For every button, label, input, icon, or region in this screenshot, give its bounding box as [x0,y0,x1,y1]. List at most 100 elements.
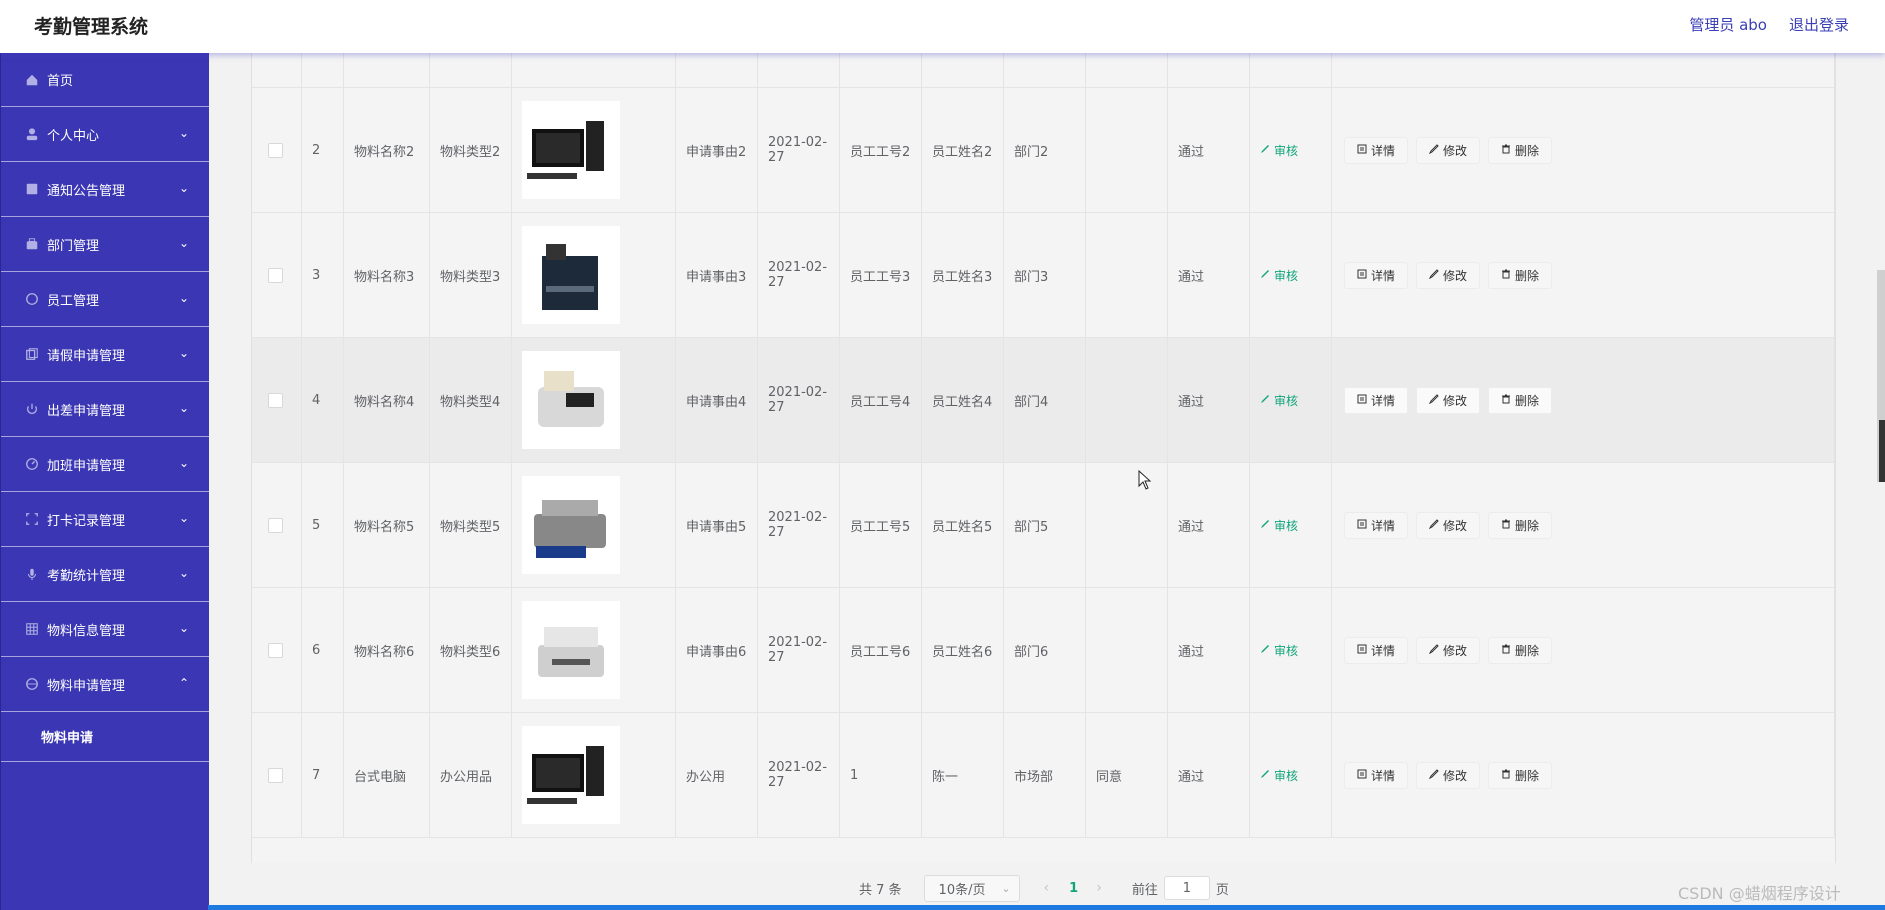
table-row[interactable]: 2 物料名称2 物料类型2 申请事由2 2021-02-27 员工工号2 员工姓名2 部门2 通… [252,88,1835,213]
logout-link[interactable]: 退出登录 [1789,14,1849,35]
scrollbar-thumb[interactable] [1879,420,1885,482]
table-row[interactable]: 3 物料名称3 物料类型3 申请事由3 2021-02-27 员工工号3 员工姓名3 部门3 通… [252,213,1835,338]
pencil-icon [1428,268,1439,282]
row-checkbox[interactable] [268,392,283,408]
audit-link[interactable]: 审核 [1260,767,1298,784]
audit-link[interactable]: 审核 [1260,517,1298,534]
detail-label: 详情 [1371,143,1396,158]
detail-button[interactable]: 详情 [1344,636,1409,664]
edit-button[interactable]: 修改 [1416,136,1481,164]
cell-emp_no: 员工工号4 [840,338,922,462]
sidebar-item-9[interactable]: 考勤统计管理 ⌄ [1,547,209,602]
trash-icon [1501,268,1511,282]
cell-emp_name: 员工姓名2 [922,88,1004,212]
audit-link[interactable]: 审核 [1260,142,1298,159]
taskbar-strip [208,905,1885,910]
edit-label: 修改 [1443,143,1468,158]
detail-button[interactable]: 详情 [1344,386,1409,414]
chevron-down-icon: ⌄ [178,346,189,360]
audit-link[interactable]: 审核 [1260,392,1298,409]
cell-type: 物料类型2 [430,88,512,212]
edit-label: 修改 [1443,643,1468,658]
sidebar-item-6[interactable]: 出差申请管理 ⌄ [1,382,209,437]
cell-no: 4 [302,338,344,462]
desktop-computer-image [527,746,604,804]
page-size-select[interactable]: 10条/页 ⌄ [923,874,1020,902]
edit-button[interactable]: 修改 [1416,386,1481,414]
edit-button[interactable]: 修改 [1416,636,1481,664]
document-icon [1357,393,1367,407]
material-image[interactable] [522,726,620,824]
cell-no: 2 [302,88,344,212]
cell-reason: 申请事由2 [676,88,758,212]
goto-page-input[interactable]: 1 [1163,876,1210,900]
document-icon [1357,518,1367,532]
cell-dept: 部门4 [1004,338,1086,462]
sidebar-subitem-material-request[interactable]: 物料申请 [1,712,209,762]
user-icon [26,128,38,141]
sidebar-item-3[interactable]: 部门管理 ⌄ [1,217,209,272]
delete-button[interactable]: 删除 [1488,636,1553,664]
row-checkbox[interactable] [268,642,283,658]
sidebar-item-0[interactable]: 首页 [1,53,209,107]
image-cell [512,88,676,212]
delete-label: 删除 [1515,143,1540,158]
delete-button[interactable]: 删除 [1488,511,1553,539]
detail-button[interactable]: 详情 [1344,511,1409,539]
table-row[interactable]: 7 台式电脑 办公用品 办公用 2021-02-27 1 陈一 市场部 同意 通过 审核 详情 修改 删除 [252,713,1835,838]
material-image[interactable] [522,476,620,574]
detail-button[interactable]: 详情 [1344,261,1409,289]
sidebar-item-4[interactable]: 员工管理 ⌄ [1,272,209,327]
checkbox-cell [252,713,302,837]
material-image[interactable] [522,601,620,699]
cell-emp_no: 员工工号2 [840,88,922,212]
sidebar-item-8[interactable]: 打卡记录管理 ⌄ [1,492,209,547]
cell-emp_name: 员工姓名4 [922,338,1004,462]
sidebar-item-label: 出差申请管理 [47,403,126,419]
sidebar-item-2[interactable]: 通知公告管理 ⌄ [1,162,209,217]
cell-dept: 部门3 [1004,213,1086,337]
admin-user-label[interactable]: 管理员 abo [1689,14,1767,35]
image-cell [512,713,676,837]
material-image[interactable] [522,351,620,449]
sidebar-item-7[interactable]: 加班申请管理 ⌄ [1,437,209,492]
edit-pen-icon [1260,268,1270,282]
table-row[interactable]: 4 物料名称4 物料类型4 申请事由4 2021-02-27 员工工号4 员工姓名4 部门4 通… [252,338,1835,463]
chevron-down-icon: ⌄ [1001,881,1011,895]
row-checkbox[interactable] [268,142,283,158]
delete-button[interactable]: 删除 [1488,386,1553,414]
detail-button[interactable]: 详情 [1344,136,1409,164]
row-checkbox[interactable] [268,767,283,783]
chevron-down-icon: ⌄ [178,566,189,580]
goto-page-value: 1 [1182,880,1191,896]
edit-button[interactable]: 修改 [1416,261,1481,289]
edit-button[interactable]: 修改 [1416,761,1481,789]
table-row[interactable]: 5 物料名称5 物料类型5 申请事由5 2021-02-27 员工工号5 员工姓名5 部门5 通… [252,463,1835,588]
sidebar-item-1[interactable]: 个人中心 ⌄ [1,107,209,162]
detail-button[interactable]: 详情 [1344,761,1409,789]
checkbox-cell [252,213,302,337]
delete-button[interactable]: 删除 [1488,136,1553,164]
prev-page-icon[interactable]: ‹ [1044,880,1050,896]
edit-pen-icon [1260,393,1270,407]
delete-button[interactable]: 删除 [1488,761,1553,789]
row-checkbox[interactable] [268,517,283,533]
sidebar-item-5[interactable]: 请假申请管理 ⌄ [1,327,209,382]
edit-label: 修改 [1443,393,1468,408]
audit-cell: 审核 [1250,713,1332,837]
audit-link[interactable]: 审核 [1260,642,1298,659]
cell-status: 通过 [1168,588,1250,712]
sidebar-item-10[interactable]: 物料信息管理 ⌄ [1,602,209,657]
trash-icon [1501,768,1511,782]
next-page-icon[interactable]: › [1096,880,1102,896]
current-page[interactable]: 1 [1069,881,1078,896]
audit-link[interactable]: 审核 [1260,267,1298,284]
document-icon [1357,143,1367,157]
edit-button[interactable]: 修改 [1416,511,1481,539]
material-image[interactable] [522,101,620,199]
table-row[interactable]: 6 物料名称6 物料类型6 申请事由6 2021-02-27 员工工号6 员工姓名6 部门6 通… [252,588,1835,713]
row-checkbox[interactable] [268,267,283,283]
material-image[interactable] [522,226,620,324]
delete-button[interactable]: 删除 [1488,261,1553,289]
sidebar-item-11[interactable]: 物料申请管理 ⌃ [1,657,209,712]
